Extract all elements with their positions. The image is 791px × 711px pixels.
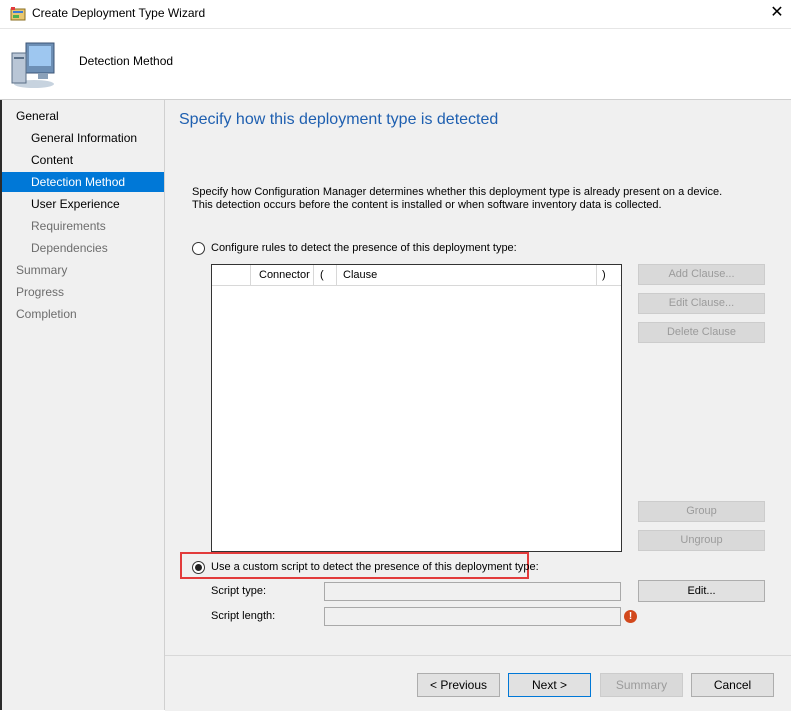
column-header-open-paren[interactable]: ( (320, 269, 324, 281)
script-length-field[interactable] (324, 607, 621, 626)
script-type-field[interactable] (324, 582, 621, 601)
edit-clause-button[interactable]: Edit Clause... (638, 293, 765, 314)
wizard-app-icon (10, 6, 26, 22)
window-title: Create Deployment Type Wizard (32, 6, 206, 20)
error-icon: ! (624, 610, 637, 623)
script-length-label: Script length: (211, 610, 276, 622)
page-title: Specify how this deployment type is dete… (179, 111, 499, 128)
rules-table[interactable]: Connector ( Clause ) (211, 264, 622, 552)
wizard-nav: General General Information Content Dete… (2, 100, 165, 710)
summary-button[interactable]: Summary (600, 673, 683, 697)
custom-script-radio-label[interactable]: Use a custom script to detect the presen… (211, 561, 539, 573)
radio-selected-dot (195, 564, 202, 571)
computer-icon (10, 41, 62, 89)
title-bar[interactable]: Create Deployment Type Wizard ✕ (0, 0, 791, 29)
column-divider (313, 265, 314, 285)
nav-item-detection-method[interactable]: Detection Method (2, 172, 164, 192)
script-type-label: Script type: (211, 585, 267, 597)
ungroup-button[interactable]: Ungroup (638, 530, 765, 551)
header-title: Detection Method (79, 54, 174, 68)
add-clause-button[interactable]: Add Clause... (638, 264, 765, 285)
column-divider (250, 265, 251, 285)
nav-item-progress[interactable]: Progress (2, 282, 164, 302)
nav-item-dependencies[interactable]: Dependencies (2, 238, 164, 258)
next-button[interactable]: Next > (508, 673, 591, 697)
nav-item-general-information[interactable]: General Information (2, 128, 164, 148)
cancel-button[interactable]: Cancel (691, 673, 774, 697)
custom-script-radio[interactable] (192, 561, 205, 574)
delete-clause-button[interactable]: Delete Clause (638, 322, 765, 343)
rules-radio-label[interactable]: Configure rules to detect the presence o… (211, 242, 517, 254)
rules-table-header: Connector ( Clause ) (212, 265, 621, 286)
column-header-close-paren[interactable]: ) (602, 269, 606, 281)
rules-radio[interactable] (192, 242, 205, 255)
column-divider (596, 265, 597, 285)
nav-item-completion[interactable]: Completion (2, 304, 164, 324)
column-divider (336, 265, 337, 285)
previous-button[interactable]: < Previous (417, 673, 500, 697)
nav-item-summary[interactable]: Summary (2, 260, 164, 280)
close-icon[interactable]: ✕ (765, 2, 789, 26)
edit-script-button[interactable]: Edit... (638, 580, 765, 602)
nav-item-user-experience[interactable]: User Experience (2, 194, 164, 214)
nav-item-general[interactable]: General (2, 106, 164, 126)
page-description: Specify how Configuration Manager determ… (192, 186, 723, 211)
nav-item-content[interactable]: Content (2, 150, 164, 170)
wizard-header: Detection Method (0, 29, 791, 100)
nav-item-requirements[interactable]: Requirements (2, 216, 164, 236)
column-header-clause[interactable]: Clause (343, 269, 377, 281)
column-header-connector[interactable]: Connector (259, 269, 310, 281)
group-button[interactable]: Group (638, 501, 765, 522)
